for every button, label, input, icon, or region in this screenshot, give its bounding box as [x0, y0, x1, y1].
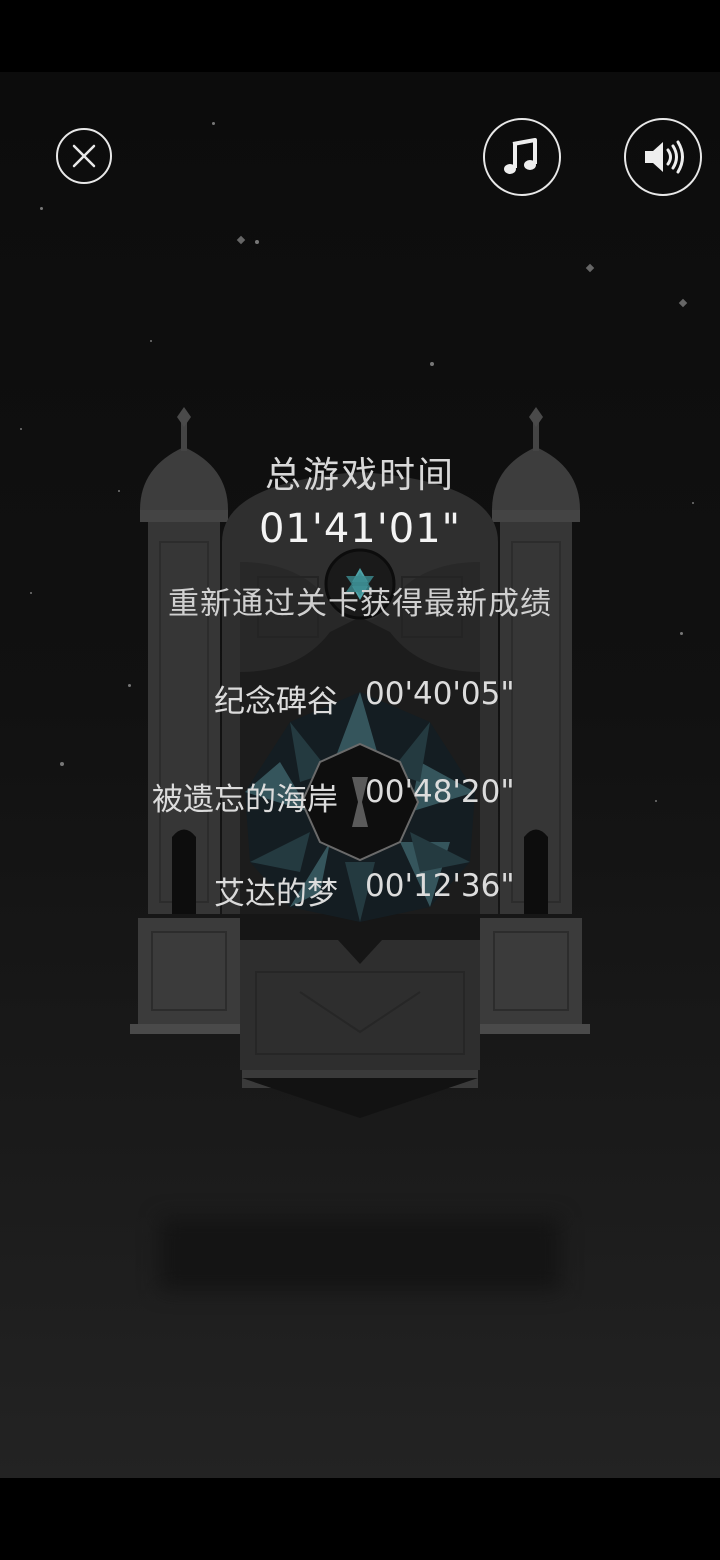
music-toggle-button[interactable]	[483, 118, 561, 196]
music-note-icon	[504, 138, 537, 174]
close-icon	[72, 144, 96, 168]
close-button[interactable]	[56, 128, 112, 184]
replay-hint-text: 重新通过关卡获得最新成绩	[168, 586, 552, 622]
floor-shadow	[160, 1218, 560, 1290]
level-time: 00'12'36"	[365, 868, 515, 904]
level-time: 00'48'20"	[365, 774, 515, 810]
game-area: 总游戏时间 01'41'01" 重新通过关卡获得最新成绩 纪念碑谷 00'40'…	[0, 72, 720, 1478]
level-name: 被遗忘的海岸	[152, 782, 338, 818]
level-time: 00'40'05"	[365, 676, 515, 712]
sound-toggle-button[interactable]	[624, 118, 702, 196]
level-name: 纪念碑谷	[214, 684, 338, 720]
monument-base	[130, 918, 590, 1118]
total-play-time-value: 01'41'01"	[258, 506, 462, 552]
level-name: 艾达的梦	[214, 876, 338, 912]
game-screen: 总游戏时间 01'41'01" 重新通过关卡获得最新成绩 纪念碑谷 00'40'…	[0, 0, 720, 1560]
speaker-icon	[645, 140, 684, 174]
total-play-time-title: 总游戏时间	[264, 455, 455, 496]
